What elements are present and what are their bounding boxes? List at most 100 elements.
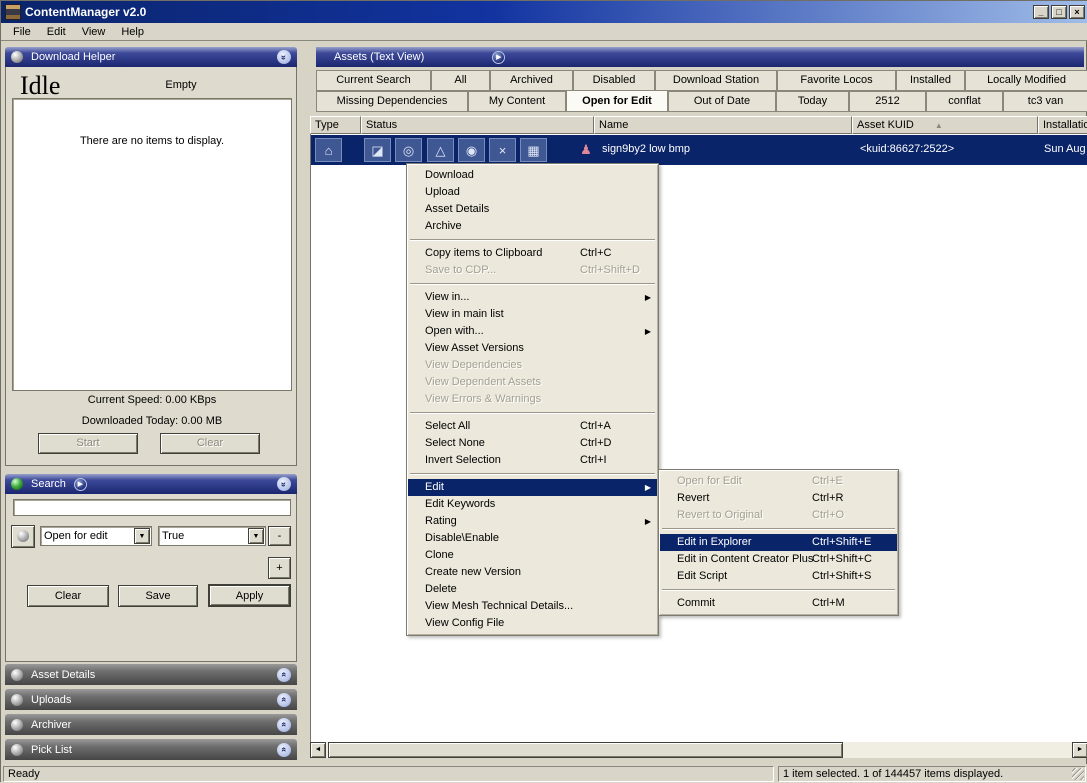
filter-value-select[interactable]: True ▼ [158,526,266,546]
menu-item-edit-in-ccp[interactable]: Edit in Content Creator PlusCtrl+Shift+C [660,551,897,568]
horizontal-scrollbar[interactable]: ◄ ► [310,742,1087,758]
panel-archiver[interactable]: Archiver » [5,714,297,735]
tab-my-content[interactable]: My Content [468,91,566,112]
panel-pick-list[interactable]: Pick List » [5,739,297,760]
selected-asset-row[interactable]: ⌂ ◪ ◎ △ ◉ × ▦ ♟ sign9by2 low bmp <kuid:8… [311,135,1087,165]
menu-item-clone[interactable]: Clone [408,547,657,564]
menu-item-delete[interactable]: Delete [408,581,657,598]
panel-asset-details[interactable]: Asset Details » [5,664,297,685]
column-status[interactable]: Status [361,116,594,134]
column-asset-kuid[interactable]: Asset KUID ▲ [852,116,1038,134]
tab-locally-modified[interactable]: Locally Modified [965,70,1087,91]
home-icon: ⌂ [315,138,342,162]
assets-play-icon[interactable]: ▶ [492,51,505,64]
menu-help[interactable]: Help [113,24,152,40]
column-type[interactable]: Type [310,116,361,134]
collapse-chevron-icon[interactable]: » [277,50,291,64]
expand-chevron-icon[interactable]: » [277,693,291,707]
filter-field-select[interactable]: Open for edit ▼ [40,526,152,546]
dropdown-arrow-icon[interactable]: ▼ [134,528,150,544]
menu-item-select-all[interactable]: Select AllCtrl+A [408,418,657,435]
tab-today[interactable]: Today [776,91,849,112]
menu-item-edit-in-explorer[interactable]: Edit in ExplorerCtrl+Shift+E [660,534,897,551]
panel-uploads[interactable]: Uploads » [5,689,297,710]
menu-item-view-config-file[interactable]: View Config File [408,615,657,632]
add-filter-button[interactable]: + [268,557,291,579]
tab-download-station[interactable]: Download Station [655,70,777,91]
tab-open-for-edit[interactable]: Open for Edit [566,90,668,112]
menu-item-invert-selection[interactable]: Invert SelectionCtrl+I [408,452,657,469]
submenu-arrow-icon: ▶ [645,479,651,496]
tab-archived[interactable]: Archived [490,70,573,91]
tab-2512[interactable]: 2512 [849,91,926,112]
menu-item-view-in[interactable]: View in...▶ [408,289,657,306]
expand-chevron-icon[interactable]: » [277,743,291,757]
menu-item-edit-keywords[interactable]: Edit Keywords [408,496,657,513]
download-helper-header[interactable]: Download Helper » [5,47,297,67]
download-clear-button[interactable]: Clear [160,433,260,454]
maximize-button[interactable]: □ [1051,5,1067,19]
queue-label: Empty [146,79,216,91]
menu-item-revert-to-original[interactable]: Revert to OriginalCtrl+O [660,507,897,524]
menu-item-view-mesh-details[interactable]: View Mesh Technical Details... [408,598,657,615]
menu-item-open-with[interactable]: Open with...▶ [408,323,657,340]
menu-item-disable-enable[interactable]: Disable\Enable [408,530,657,547]
scroll-right-button[interactable]: ► [1072,742,1087,758]
scrollbar-thumb[interactable] [328,742,843,758]
tab-current-search[interactable]: Current Search [316,70,431,91]
menu-item-view-asset-versions[interactable]: View Asset Versions [408,340,657,357]
menu-item-open-for-edit[interactable]: Open for EditCtrl+E [660,473,897,490]
context-menu: Download Upload Asset Details Archive Co… [406,163,659,636]
menu-item-select-none[interactable]: Select NoneCtrl+D [408,435,657,452]
menu-edit[interactable]: Edit [39,24,74,40]
menu-view[interactable]: View [74,24,114,40]
menu-item-download[interactable]: Download [408,167,657,184]
menu-item-view-in-main-list[interactable]: View in main list [408,306,657,323]
menu-item-revert[interactable]: RevertCtrl+R [660,490,897,507]
menu-item-archive[interactable]: Archive [408,218,657,235]
menu-item-view-dependent-assets[interactable]: View Dependent Assets [408,374,657,391]
search-save-button[interactable]: Save [118,585,198,607]
start-button[interactable]: Start [38,433,138,454]
menu-item-rating[interactable]: Rating▶ [408,513,657,530]
remove-filter-button[interactable]: - [268,526,291,546]
search-header[interactable]: Search ▶ » [5,474,297,494]
menu-item-asset-details[interactable]: Asset Details [408,201,657,218]
menu-file[interactable]: File [5,24,39,40]
tab-all[interactable]: All [431,70,490,91]
title-bar: ContentManager v2.0 _ □ × [1,1,1087,23]
menu-item-view-dependencies[interactable]: View Dependencies [408,357,657,374]
tab-conflat[interactable]: conflat [926,91,1003,112]
column-installation-time[interactable]: Installation Time [1038,116,1087,134]
search-clear-button[interactable]: Clear [27,585,109,607]
resize-grip[interactable] [1072,768,1084,780]
menu-item-save-to-cdp[interactable]: Save to CDP...Ctrl+Shift+D [408,262,657,279]
search-input[interactable] [13,499,291,516]
tab-favorite-locos[interactable]: Favorite Locos [777,70,896,91]
download-queue-list[interactable]: There are no items to display. [12,98,292,391]
empty-list-message: There are no items to display. [13,135,291,147]
close-button[interactable]: × [1069,5,1085,19]
menu-item-edit-script[interactable]: Edit ScriptCtrl+Shift+S [660,568,897,585]
search-apply-button[interactable]: Apply [208,584,291,607]
tab-tc3-van[interactable]: tc3 van [1003,91,1087,112]
menu-item-view-errors-warnings[interactable]: View Errors & Warnings [408,391,657,408]
scroll-left-button[interactable]: ◄ [310,742,326,758]
minimize-button[interactable]: _ [1033,5,1049,19]
column-name[interactable]: Name [594,116,852,134]
menu-item-copy-items[interactable]: Copy items to ClipboardCtrl+C [408,245,657,262]
search-sphere-button[interactable] [11,525,35,548]
tab-installed[interactable]: Installed [896,70,965,91]
tab-out-of-date[interactable]: Out of Date [668,91,776,112]
menu-item-commit[interactable]: CommitCtrl+M [660,595,897,612]
collapse-chevron-icon[interactable]: » [277,477,291,491]
dropdown-arrow-icon[interactable]: ▼ [248,528,264,544]
tab-disabled[interactable]: Disabled [573,70,655,91]
search-play-icon[interactable]: ▶ [74,478,87,491]
menu-item-create-new-version[interactable]: Create new Version [408,564,657,581]
menu-item-upload[interactable]: Upload [408,184,657,201]
expand-chevron-icon[interactable]: » [277,718,291,732]
tab-missing-dependencies[interactable]: Missing Dependencies [316,91,468,112]
menu-item-edit[interactable]: Edit▶ [408,479,657,496]
expand-chevron-icon[interactable]: » [277,668,291,682]
